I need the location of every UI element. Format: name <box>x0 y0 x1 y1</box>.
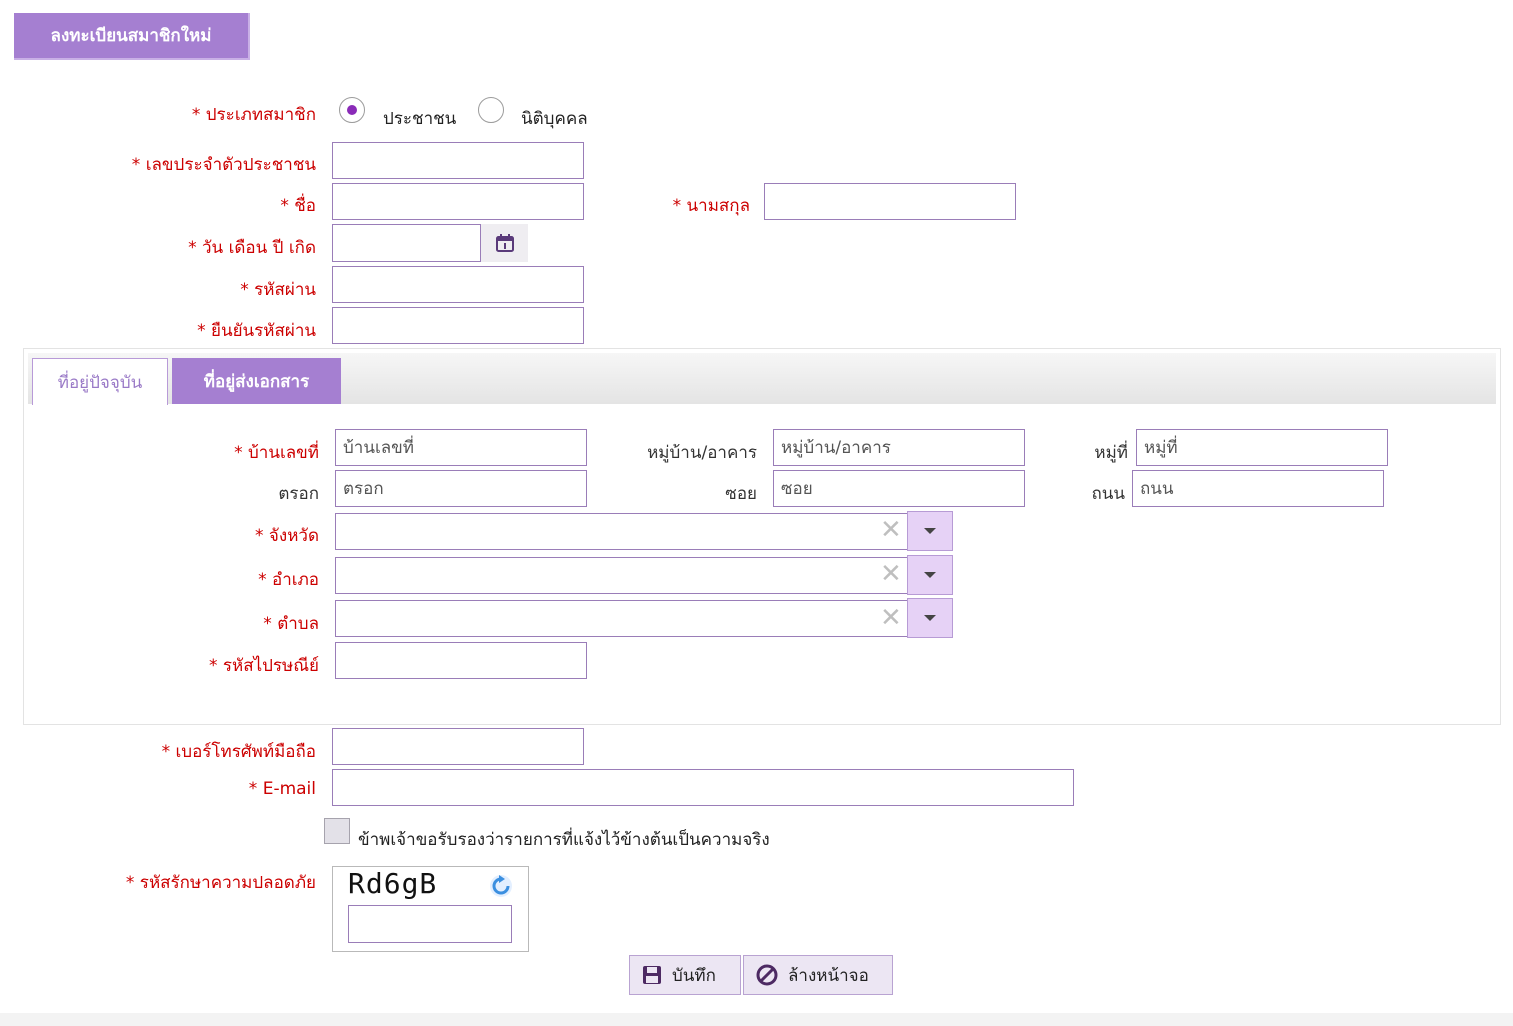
province-select[interactable] <box>335 513 908 550</box>
subdistrict-select[interactable] <box>335 600 908 637</box>
village-input[interactable] <box>773 429 1025 466</box>
subdistrict-clear-icon[interactable]: ✕ <box>880 605 902 631</box>
trok-label: ตรอก <box>278 484 319 504</box>
certify-label: ข้าพเจ้าขอรับรองว่ารายการที่แจ้งไว้ข้างต… <box>358 830 770 850</box>
caret-down-icon <box>924 572 936 578</box>
member-type-label: * ประเภทสมาชิก <box>191 105 316 125</box>
house-no-input[interactable] <box>335 429 587 466</box>
last-name-label: * นามสกุล <box>672 196 750 216</box>
mobile-input[interactable] <box>332 728 584 765</box>
radio-citizen[interactable] <box>339 97 365 123</box>
caret-down-icon <box>924 615 936 621</box>
confirm-password-input[interactable] <box>332 307 584 344</box>
province-dropdown-button[interactable] <box>907 511 953 551</box>
refresh-icon <box>490 875 512 897</box>
captcha-input[interactable] <box>348 905 512 943</box>
first-name-input[interactable] <box>332 183 584 220</box>
mobile-label: * เบอร์โทรศัพท์มือถือ <box>161 742 316 762</box>
moo-input[interactable] <box>1136 429 1388 466</box>
save-button-label: บันทึก <box>672 965 716 986</box>
house-no-label: * บ้านเลขที่ <box>234 443 319 463</box>
captcha-refresh-button[interactable] <box>489 874 513 903</box>
district-select[interactable] <box>335 557 908 594</box>
province-label: * จังหวัด <box>255 526 319 546</box>
password-label: * รหัสผ่าน <box>240 280 316 300</box>
floppy-disk-icon <box>643 966 661 984</box>
calendar-icon <box>495 234 514 252</box>
tab-mailing-address[interactable]: ที่อยู่ส่งเอกสาร <box>172 358 341 404</box>
citizen-id-input[interactable] <box>332 142 584 179</box>
captcha-image-code: Rd6gB <box>348 867 438 900</box>
email-input[interactable] <box>332 769 1074 806</box>
radio-juristic-label: นิติบุคคล <box>521 109 588 129</box>
no-entry-icon <box>756 964 778 986</box>
road-label: ถนน <box>1091 484 1125 504</box>
certify-checkbox[interactable] <box>324 818 350 844</box>
save-button[interactable]: บันทึก <box>629 955 741 995</box>
tab-current-address[interactable]: ที่อยู่ปัจจุบัน <box>32 358 168 405</box>
captcha-label: * รหัสรักษาความปลอดภัย <box>125 873 316 893</box>
soi-label: ซอย <box>725 484 757 504</box>
subdistrict-label: * ตำบล <box>263 614 319 634</box>
trok-input[interactable] <box>335 470 587 507</box>
birth-date-label: * วัน เดือน ปี เกิด <box>188 238 316 258</box>
radio-citizen-label: ประชาชน <box>383 109 457 129</box>
radio-selected-dot <box>347 105 357 115</box>
village-label: หมู่บ้าน/อาคาร <box>647 443 757 463</box>
page-title-button[interactable]: ลงทะเบียนสมาชิกใหม่ <box>14 13 250 60</box>
postcode-label: * รหัสไปรษณีย์ <box>208 656 319 676</box>
citizen-id-label: * เลขประจำตัวประชาชน <box>131 155 316 175</box>
postcode-input[interactable] <box>335 642 587 679</box>
birth-date-input[interactable] <box>332 224 481 262</box>
radio-juristic[interactable] <box>478 97 504 123</box>
password-input[interactable] <box>332 266 584 303</box>
district-clear-icon[interactable]: ✕ <box>880 561 902 587</box>
confirm-password-label: * ยืนยันรหัสผ่าน <box>197 321 316 341</box>
caret-down-icon <box>924 528 936 534</box>
road-input[interactable] <box>1132 470 1384 507</box>
clear-button-label: ล้างหน้าจอ <box>788 965 869 986</box>
last-name-input[interactable] <box>764 183 1016 220</box>
calendar-button[interactable] <box>481 224 528 262</box>
soi-input[interactable] <box>773 470 1025 507</box>
subdistrict-dropdown-button[interactable] <box>907 598 953 638</box>
province-clear-icon[interactable]: ✕ <box>880 517 902 543</box>
moo-label: หมู่ที่ <box>1094 443 1128 463</box>
footer-strip <box>0 1013 1513 1026</box>
email-label: * E-mail <box>248 779 316 799</box>
first-name-label: * ชื่อ <box>280 196 316 216</box>
district-dropdown-button[interactable] <box>907 555 953 595</box>
district-label: * อำเภอ <box>258 570 319 590</box>
clear-screen-button[interactable]: ล้างหน้าจอ <box>743 955 893 995</box>
